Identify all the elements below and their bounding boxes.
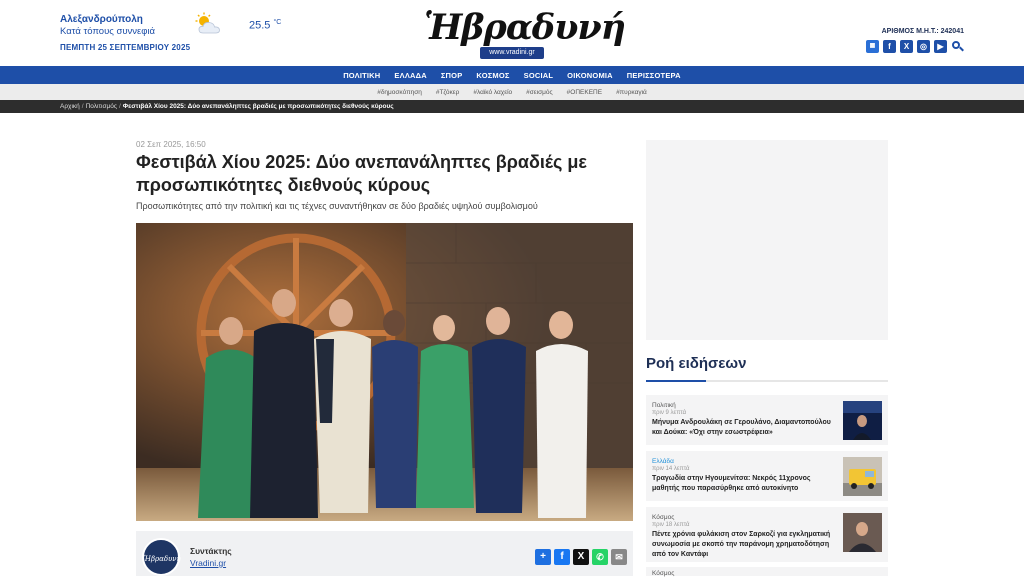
temp-unit: °C <box>273 19 282 26</box>
article-date: 02 Σεπ 2025, 16:50 <box>136 140 206 149</box>
tag-link[interactable]: #σεισμός <box>519 89 559 96</box>
nav-item-ellada[interactable]: ΕΛΛΑΔΑ <box>387 71 433 80</box>
article-subtitle: Προσωπικότητες από την πολιτική και τις … <box>136 201 538 211</box>
feed-item-time: πριν 14 λεπτά <box>652 466 690 472</box>
x-icon[interactable]: X <box>573 549 589 565</box>
breadcrumb-home[interactable]: Αρχική <box>60 103 80 110</box>
nav-item-politiki[interactable]: ΠΟΛΙΤΙΚΗ <box>336 71 387 80</box>
author-name-link[interactable]: Vradini.gr <box>190 558 226 568</box>
author-role: Συντάκτης <box>190 546 232 556</box>
feed-item[interactable]: Κόσμος <box>646 567 888 577</box>
share-buttons: + f X ✆ ✉ <box>535 549 627 565</box>
main-navigation: ΠΟΛΙΤΙΚΗ ΕΛΛΑΔΑ ΣΠΟΡ ΚΟΣΜΟΣ SOCIAL ΟΙΚΟΝ… <box>0 66 1024 84</box>
site-logo[interactable]: Ἡβραδυνή <box>424 8 626 48</box>
nav-item-perissotera[interactable]: ΠΕΡΙΣΣΟΤΕΡΑ <box>620 71 688 80</box>
breadcrumb-current: Φεστιβάλ Χίου 2025: Δύο ανεπανάληπτες βρ… <box>122 103 394 110</box>
feed-title-underline <box>646 380 888 382</box>
feed-item-headline[interactable]: Πέντε χρόνια φυλάκιση στον Σαρκοζί για ε… <box>652 530 840 560</box>
feed-item-thumbnail[interactable] <box>843 401 882 440</box>
whatsapp-icon[interactable]: ✆ <box>592 549 608 565</box>
nav-item-oikonomia[interactable]: ΟΙΚΟΝΟΜΙΑ <box>560 71 620 80</box>
ad-placeholder <box>646 140 888 340</box>
article-hero-image <box>136 223 633 521</box>
feed-item-thumbnail[interactable] <box>843 457 882 496</box>
tag-link[interactable]: #Τζόκερ <box>429 89 466 96</box>
plus-icon[interactable]: + <box>535 549 551 565</box>
feed-item[interactable]: Κόσμος πριν 18 λεπτά Πέντε χρόνια φυλάκι… <box>646 507 888 562</box>
tag-link[interactable]: #ΟΠΕΚΕΠΕ <box>560 89 609 96</box>
tag-link[interactable]: #δημοσκόπηση <box>370 89 429 96</box>
x-icon[interactable]: X <box>900 40 913 53</box>
trending-tags: #δημοσκόπηση #Τζόκερ #λαϊκό λαχείο #σεισ… <box>0 84 1024 100</box>
logo-url-badge[interactable]: www.vradini.gr <box>480 47 544 59</box>
feed-item-time: πριν 9 λεπτά <box>652 410 687 416</box>
feed-item[interactable]: Πολιτική πριν 9 λεπτά Μήνυμα Ανδρουλάκη … <box>646 395 888 445</box>
facebook-icon[interactable]: f <box>883 40 896 53</box>
site-header: Αλεξανδρούπολη Κατά τόπους συννεφιά ΠΕΜΠ… <box>0 0 1024 66</box>
social-links: ▦ f X ◎ ▶ <box>866 40 964 53</box>
youtube-icon[interactable]: ▶ <box>934 40 947 53</box>
article-title: Φεστιβάλ Χίου 2025: Δύο ανεπανάληπτες βρ… <box>136 152 587 195</box>
email-icon[interactable]: ✉ <box>611 549 627 565</box>
feed-item-headline[interactable]: Μήνυμα Ανδρουλάκη σε Γερουλάνο, Διαμαντο… <box>652 418 840 438</box>
feed-item-headline[interactable]: Τραγωδία στην Ηγουμενίτσα: Νεκρός 11χρον… <box>652 474 840 494</box>
feed-item-category[interactable]: Πολιτική <box>652 402 676 409</box>
temperature: 25.5 °C <box>249 19 282 32</box>
partly-cloudy-icon <box>195 12 220 34</box>
feed-item-time: πριν 18 λεπτά <box>652 522 690 528</box>
feed-item-category[interactable]: Κόσμος <box>652 514 674 521</box>
feed-item-category[interactable]: Ελλάδα <box>652 458 674 465</box>
nav-item-spor[interactable]: ΣΠΟΡ <box>434 71 470 80</box>
facebook-icon[interactable]: f <box>554 549 570 565</box>
app-icon[interactable]: ▦ <box>866 40 879 53</box>
search-icon[interactable] <box>951 40 964 53</box>
author-box: Ἡβραδυνή Συντάκτης Vradini.gr + f X ✆ ✉ <box>136 531 633 576</box>
breadcrumb: Αρχική / Πολιτισμός / Φεστιβάλ Χίου 2025: Δύ… <box>0 100 1024 113</box>
author-avatar[interactable]: Ἡβραδυνή <box>142 538 181 576</box>
breadcrumb-section[interactable]: Πολιτισμός <box>86 103 117 110</box>
feed-item-thumbnail[interactable] <box>843 513 882 552</box>
instagram-icon[interactable]: ◎ <box>917 40 930 53</box>
feed-item[interactable]: Ελλάδα πριν 14 λεπτά Τραγωδία στην Ηγουμ… <box>646 451 888 501</box>
nav-item-kosmos[interactable]: ΚΟΣΜΟΣ <box>469 71 516 80</box>
tag-link[interactable]: #λαϊκό λαχείο <box>466 89 519 96</box>
news-feed-title: Ροή ειδήσεων <box>646 355 747 372</box>
tag-link[interactable]: #πυρκαγιά <box>609 89 654 96</box>
weather-description: Κατά τόπους συννεφιά <box>60 26 156 37</box>
mht-number: ΑΡΙΘΜΟΣ Μ.Η.Τ.: 242041 <box>881 28 964 35</box>
current-date: ΠΕΜΠΤΗ 25 ΣΕΠΤΕΜΒΡΙΟΥ 2025 <box>60 43 191 52</box>
nav-item-social[interactable]: SOCIAL <box>517 71 561 80</box>
weather-city: Αλεξανδρούπολη <box>60 14 143 25</box>
